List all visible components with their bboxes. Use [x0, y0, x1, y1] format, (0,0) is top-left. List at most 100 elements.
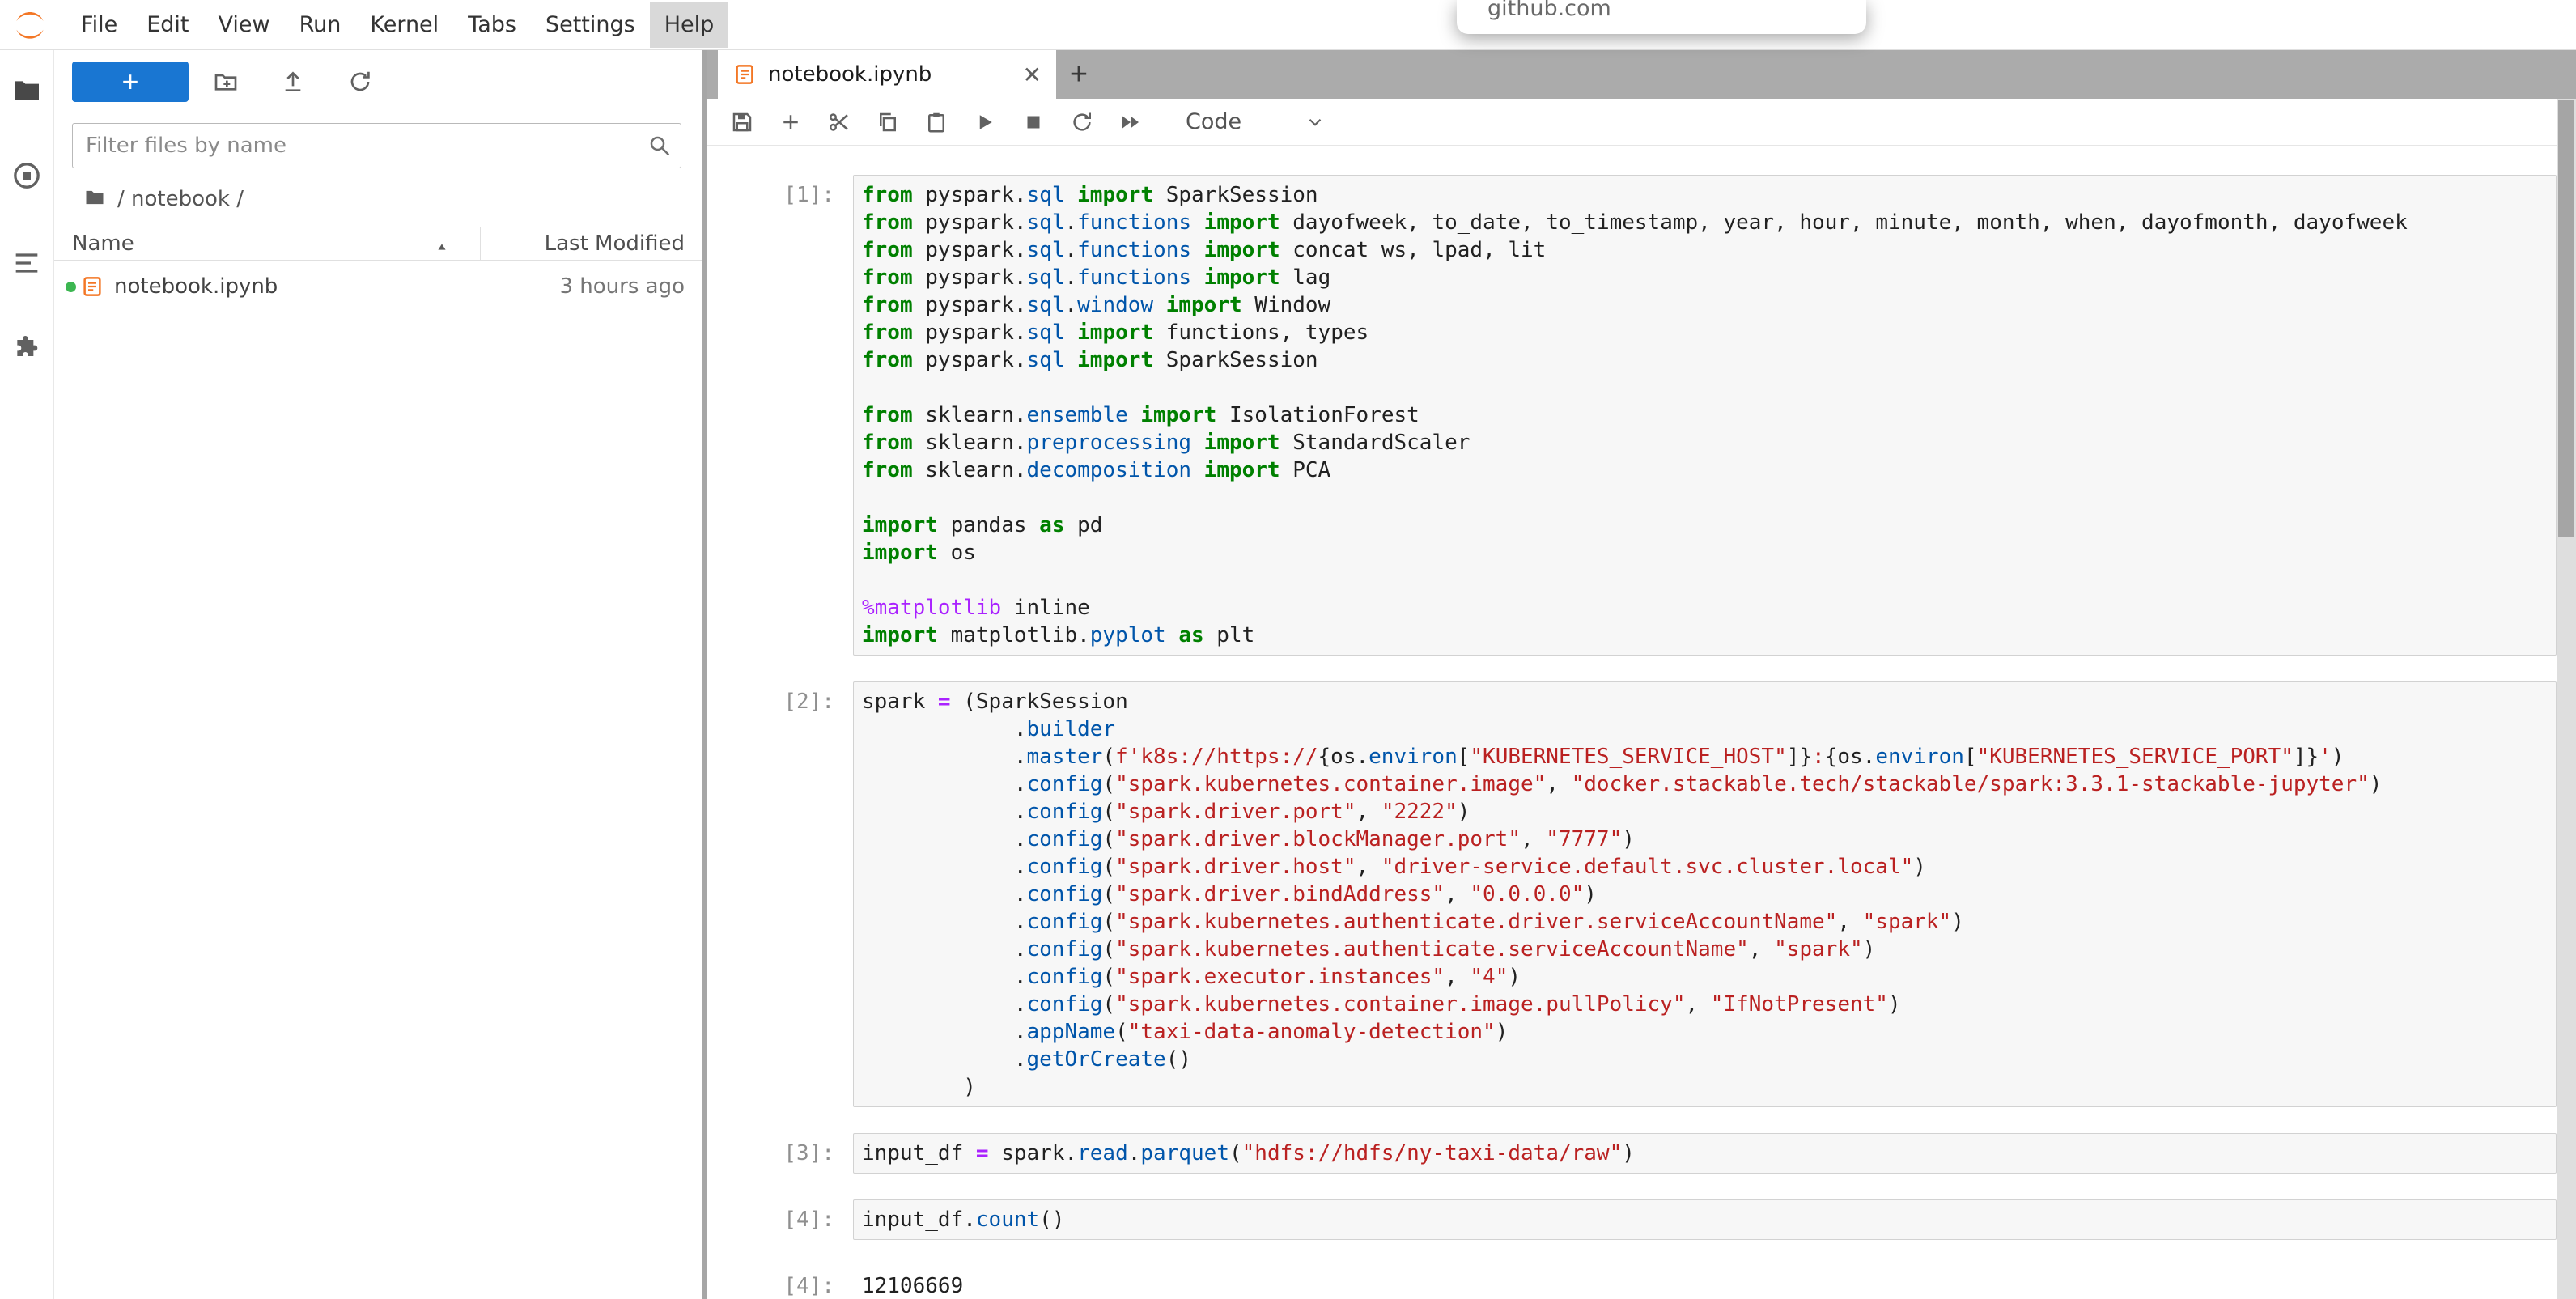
code-token: window — [1077, 293, 1153, 317]
code-cell: [4]: input_df.count() — [707, 1199, 2557, 1240]
code-token: "hdfs://hdfs/ny-taxi-data/raw" — [1242, 1141, 1623, 1165]
file-row[interactable]: notebook.ipynb 3 hours ago — [54, 267, 702, 306]
home-folder-icon[interactable] — [83, 186, 106, 212]
running-status-dot — [66, 282, 76, 292]
code-token: pyspark. — [913, 210, 1027, 235]
code-token: : — [1812, 745, 1825, 769]
file-browser-toolbar: + — [54, 62, 702, 102]
menu-file[interactable]: File — [66, 2, 132, 48]
cell-output: 12106669 — [834, 1266, 2557, 1299]
files-icon[interactable] — [11, 74, 43, 107]
input-prompt: [4]: — [707, 1199, 834, 1233]
code-token: "7777" — [1546, 827, 1622, 851]
restart-icon[interactable] — [1066, 106, 1098, 138]
code-token: pyspark. — [913, 348, 1027, 372]
main-dock-panel: notebook.ipynb ✕ + — [707, 50, 2576, 1299]
code-token: "driver-service.default.svc.cluster.loca… — [1381, 855, 1913, 879]
new-tab-button[interactable]: + — [1056, 50, 1101, 99]
code-token: from — [862, 321, 913, 345]
code-token: "2222" — [1381, 800, 1458, 824]
menu-settings[interactable]: Settings — [531, 2, 650, 48]
code-token: ( — [1102, 937, 1115, 962]
breadcrumb-path[interactable]: / notebook / — [117, 187, 244, 211]
code-token: "IfNotPresent" — [1711, 992, 1888, 1017]
menubar: File Edit View Run Kernel Tabs Settings … — [0, 0, 2576, 50]
copy-icon[interactable] — [872, 106, 904, 138]
cell-editor[interactable]: input_df.count() — [853, 1199, 2557, 1240]
code-token: "spark.driver.host" — [1115, 855, 1356, 879]
cell-editor[interactable]: input_df = spark.read.parquet("hdfs://hd… — [853, 1133, 2557, 1174]
save-icon[interactable] — [726, 106, 758, 138]
code-token: . — [1064, 210, 1077, 235]
extensions-icon[interactable] — [11, 332, 43, 364]
code-token: ) — [1496, 1020, 1509, 1044]
upload-icon[interactable] — [277, 66, 309, 98]
code-token: . — [862, 910, 1027, 934]
code-token: appName — [1027, 1020, 1116, 1044]
code-token: import — [862, 541, 938, 565]
filter-files-input[interactable] — [72, 123, 681, 168]
code-token: sql — [1027, 293, 1065, 317]
tab-notebook[interactable]: notebook.ipynb ✕ — [718, 50, 1056, 99]
menu-tabs[interactable]: Tabs — [453, 2, 531, 48]
column-name-label: Name — [72, 231, 134, 256]
paste-icon[interactable] — [920, 106, 953, 138]
code-token: from — [862, 458, 913, 482]
menu-run[interactable]: Run — [285, 2, 356, 48]
activity-bar — [0, 50, 54, 1299]
code-token: (SparkSession — [951, 690, 1128, 714]
menu-edit[interactable]: Edit — [132, 2, 203, 48]
code-token: from — [862, 238, 913, 262]
code-token: inline — [1001, 596, 1090, 620]
cell-editor[interactable]: from pyspark.sql import SparkSession fro… — [853, 175, 2557, 656]
stop-icon[interactable] — [1017, 106, 1050, 138]
cell-editor[interactable]: spark = (SparkSession .builder .master(f… — [853, 681, 2557, 1107]
code-token: parquet — [1140, 1141, 1229, 1165]
code-token: sql — [1027, 265, 1065, 290]
tab-close-icon[interactable]: ✕ — [1023, 62, 1042, 88]
code-token: "spark.driver.bindAddress" — [1115, 882, 1445, 906]
code-token: Window — [1242, 293, 1331, 317]
code-token: master — [1027, 745, 1103, 769]
add-cell-icon[interactable] — [774, 106, 807, 138]
menu-help[interactable]: Help — [650, 2, 729, 48]
code-token: SparkSession — [1153, 183, 1318, 207]
code-token: functions — [1077, 210, 1191, 235]
code-token: "KUBERNETES_SERVICE_HOST" — [1470, 745, 1786, 769]
menu-kernel[interactable]: Kernel — [355, 2, 453, 48]
file-browser-panel: + / notebook / Name — [54, 50, 702, 1299]
tab-label: notebook.ipynb — [768, 62, 932, 87]
restart-run-all-icon[interactable] — [1114, 106, 1147, 138]
code-token: "spark.kubernetes.container.image" — [1115, 772, 1546, 796]
running-kernels-icon[interactable] — [11, 159, 43, 192]
code-token: "taxi-data-anomaly-detection" — [1128, 1020, 1496, 1044]
run-icon[interactable] — [969, 106, 1001, 138]
code-token: ( — [1102, 882, 1115, 906]
code-token: from — [862, 183, 913, 207]
refresh-icon[interactable] — [344, 66, 376, 98]
code-token: functions — [1077, 238, 1191, 262]
column-header-modified[interactable]: Last Modified — [481, 231, 702, 256]
code-token: sql — [1027, 238, 1065, 262]
code-token: import — [1191, 238, 1280, 262]
code-token: "0.0.0.0" — [1470, 882, 1584, 906]
cut-icon[interactable] — [823, 106, 855, 138]
table-of-contents-icon[interactable] — [11, 247, 43, 279]
scrollbar-thumb[interactable] — [2558, 100, 2574, 537]
code-token: sql — [1027, 348, 1065, 372]
code-token: environ — [1369, 745, 1458, 769]
code-token: pyspark. — [913, 238, 1027, 262]
cell-type-dropdown[interactable]: Code — [1186, 109, 1326, 134]
new-folder-icon[interactable] — [210, 66, 242, 98]
code-token: input_df. — [862, 1208, 976, 1232]
code-text: 12106669 — [862, 1272, 2557, 1299]
code-token: . — [862, 827, 1027, 851]
code-token: preprocessing — [1027, 431, 1192, 455]
code-token: pyspark. — [913, 183, 1027, 207]
column-header-name[interactable]: Name — [54, 231, 480, 256]
menu-view[interactable]: View — [203, 2, 284, 48]
code-token: from — [862, 210, 913, 235]
code-token: as — [1027, 513, 1065, 537]
vertical-scrollbar[interactable] — [2557, 99, 2576, 1299]
new-launcher-button[interactable]: + — [72, 62, 189, 102]
